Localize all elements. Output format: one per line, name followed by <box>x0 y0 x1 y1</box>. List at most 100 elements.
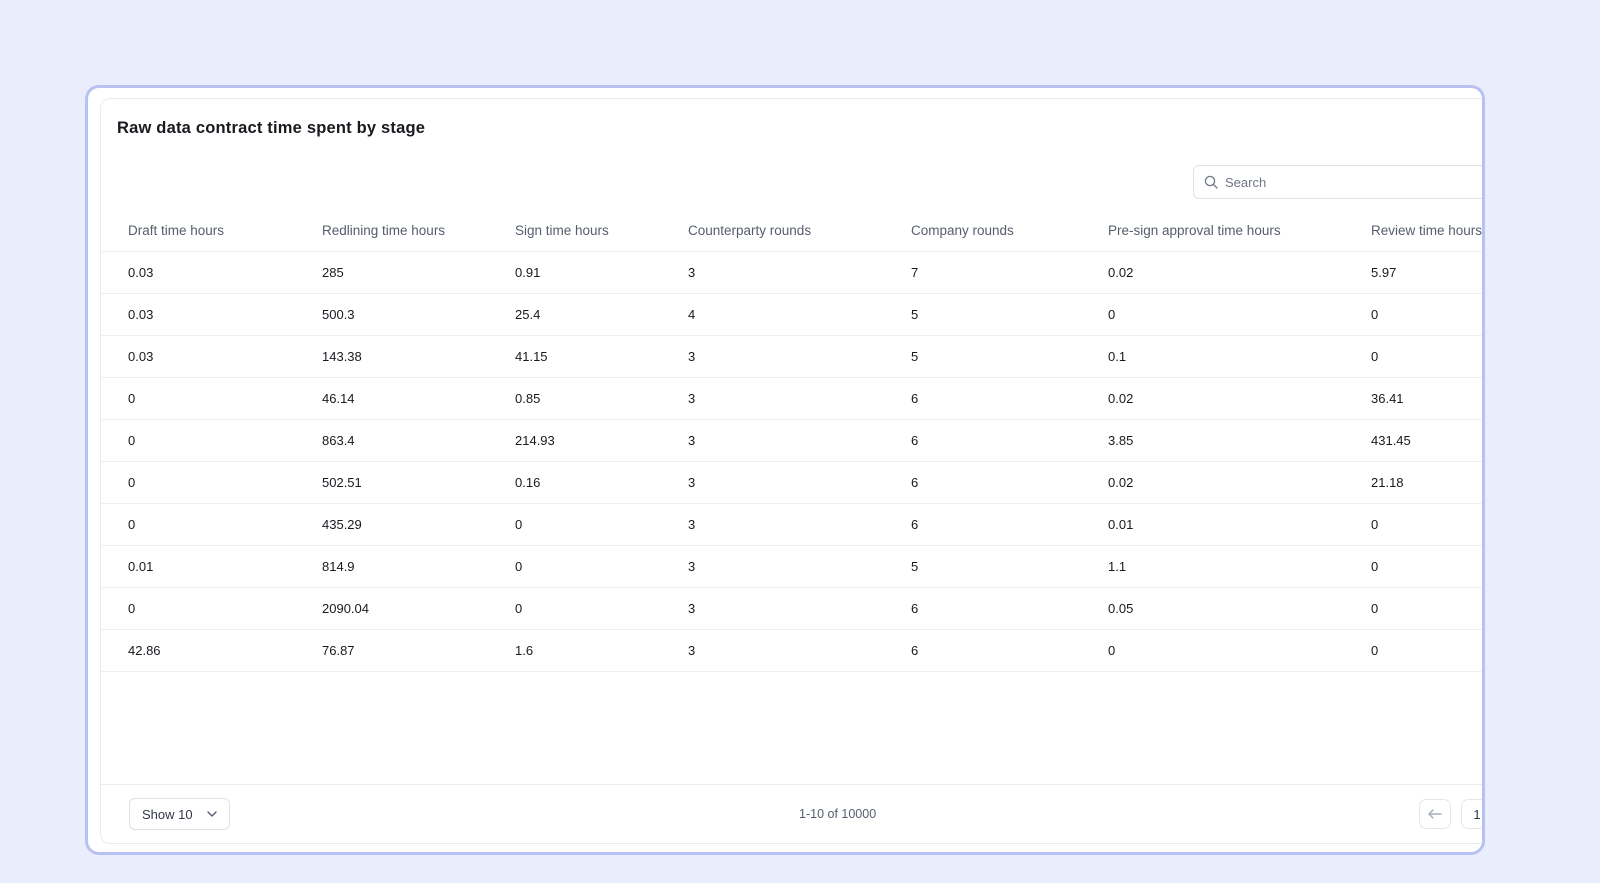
search-box[interactable] <box>1193 165 1485 199</box>
table-cell: 214.93 <box>515 419 688 461</box>
chevron-down-icon <box>207 811 217 817</box>
table-cell: 0 <box>101 377 322 419</box>
table-cell: 0 <box>101 419 322 461</box>
table-cell: 143.38 <box>322 335 515 377</box>
pagination-range-label: 1-10 of 10000 <box>799 807 876 821</box>
table-cell: 3.85 <box>1108 419 1371 461</box>
table-cell: 5 <box>911 545 1108 587</box>
column-header: Company rounds <box>911 211 1108 251</box>
column-header: Review time hours <box>1371 211 1485 251</box>
table-cell: 0.01 <box>1108 503 1371 545</box>
table-cell: 0.16 <box>515 461 688 503</box>
table-row: 0.032850.91370.025.97 <box>101 251 1485 293</box>
table-cell: 0 <box>515 503 688 545</box>
table-row: 0.03500.325.44500 <box>101 293 1485 335</box>
table-cell: 3 <box>688 419 911 461</box>
table-cell: 4 <box>688 293 911 335</box>
pagination-footer: Show 10 1-10 of 10000 1 <box>101 784 1485 843</box>
page-1-button[interactable]: 1 <box>1461 799 1485 829</box>
table-row: 046.140.85360.0236.41 <box>101 377 1485 419</box>
table-cell: 1.6 <box>515 629 688 671</box>
table-row: 0.03143.3841.15350.10 <box>101 335 1485 377</box>
table-cell: 0.03 <box>101 293 322 335</box>
table-cell: 0 <box>1371 503 1485 545</box>
table-cell: 0.05 <box>1108 587 1371 629</box>
table-cell: 1.1 <box>1108 545 1371 587</box>
table-cell: 46.14 <box>322 377 515 419</box>
table-cell: 0 <box>1371 587 1485 629</box>
table-cell: 25.4 <box>515 293 688 335</box>
table-cell: 0.02 <box>1108 377 1371 419</box>
search-input[interactable] <box>1225 175 1485 190</box>
table-cell: 41.15 <box>515 335 688 377</box>
widget-title: Raw data contract time spent by stage <box>101 99 1485 149</box>
table-cell: 0 <box>1371 545 1485 587</box>
pager-controls: 1 <box>1419 799 1485 829</box>
table-cell: 863.4 <box>322 419 515 461</box>
table-cell: 0.1 <box>1108 335 1371 377</box>
table-cell: 3 <box>688 377 911 419</box>
table-row: 0435.290360.010 <box>101 503 1485 545</box>
table-cell: 42.86 <box>101 629 322 671</box>
column-header: Pre-sign approval time hours <box>1108 211 1371 251</box>
table-cell: 36.41 <box>1371 377 1485 419</box>
table-cell: 3 <box>688 503 911 545</box>
table-cell: 76.87 <box>322 629 515 671</box>
table-cell: 0 <box>1371 293 1485 335</box>
table-cell: 5 <box>911 335 1108 377</box>
table-cell: 3 <box>688 587 911 629</box>
table-cell: 3 <box>688 335 911 377</box>
table-cell: 0 <box>101 587 322 629</box>
table-cell: 285 <box>322 251 515 293</box>
table-cell: 6 <box>911 629 1108 671</box>
table-cell: 0 <box>515 587 688 629</box>
column-header: Counterparty rounds <box>688 211 911 251</box>
table-body: 0.032850.91370.025.970.03500.325.445000.… <box>101 251 1485 671</box>
page-size-label: Show 10 <box>142 807 193 822</box>
table-cell: 435.29 <box>322 503 515 545</box>
arrow-left-icon <box>1428 809 1442 819</box>
table-cell: 500.3 <box>322 293 515 335</box>
table-row: 0.01814.90351.10 <box>101 545 1485 587</box>
table-cell: 0 <box>1108 629 1371 671</box>
table-cell: 0 <box>101 503 322 545</box>
table-cell: 0.02 <box>1108 251 1371 293</box>
table-cell: 0.91 <box>515 251 688 293</box>
table-cell: 3 <box>688 251 911 293</box>
table-cell: 0.85 <box>515 377 688 419</box>
table-cell: 6 <box>911 377 1108 419</box>
widget-outer-card: Raw data contract time spent by stage Dr… <box>85 85 1485 855</box>
table-cell: 0.03 <box>101 251 322 293</box>
table-cell: 3 <box>688 629 911 671</box>
table-header: Draft time hoursRedlining time hoursSign… <box>101 211 1485 251</box>
table-cell: 21.18 <box>1371 461 1485 503</box>
page-background: { "widget": { "title": "Raw data contrac… <box>0 0 1600 883</box>
table-cell: 0 <box>1371 629 1485 671</box>
table-cell: 5 <box>911 293 1108 335</box>
table-header-row: Draft time hoursRedlining time hoursSign… <box>101 211 1485 251</box>
search-icon <box>1204 175 1218 189</box>
table-cell: 0 <box>101 461 322 503</box>
column-header: Redlining time hours <box>322 211 515 251</box>
table-cell: 3 <box>688 545 911 587</box>
previous-page-button[interactable] <box>1419 799 1451 829</box>
table-toolbar <box>101 149 1485 211</box>
table-cell: 502.51 <box>322 461 515 503</box>
table-cell: 0.02 <box>1108 461 1371 503</box>
table-cell: 0 <box>1108 293 1371 335</box>
table-cell: 6 <box>911 587 1108 629</box>
table-cell: 6 <box>911 461 1108 503</box>
column-header: Draft time hours <box>101 211 322 251</box>
table-cell: 3 <box>688 461 911 503</box>
table-row: 0863.4214.93363.85431.45 <box>101 419 1485 461</box>
column-header: Sign time hours <box>515 211 688 251</box>
table-cell: 431.45 <box>1371 419 1485 461</box>
table-cell: 2090.04 <box>322 587 515 629</box>
table-empty-space <box>101 672 1485 785</box>
table-cell: 7 <box>911 251 1108 293</box>
table-cell: 6 <box>911 419 1108 461</box>
table-row: 02090.040360.050 <box>101 587 1485 629</box>
page-size-select[interactable]: Show 10 <box>129 798 230 830</box>
table-widget: Raw data contract time spent by stage Dr… <box>100 98 1485 844</box>
table-cell: 0 <box>1371 335 1485 377</box>
